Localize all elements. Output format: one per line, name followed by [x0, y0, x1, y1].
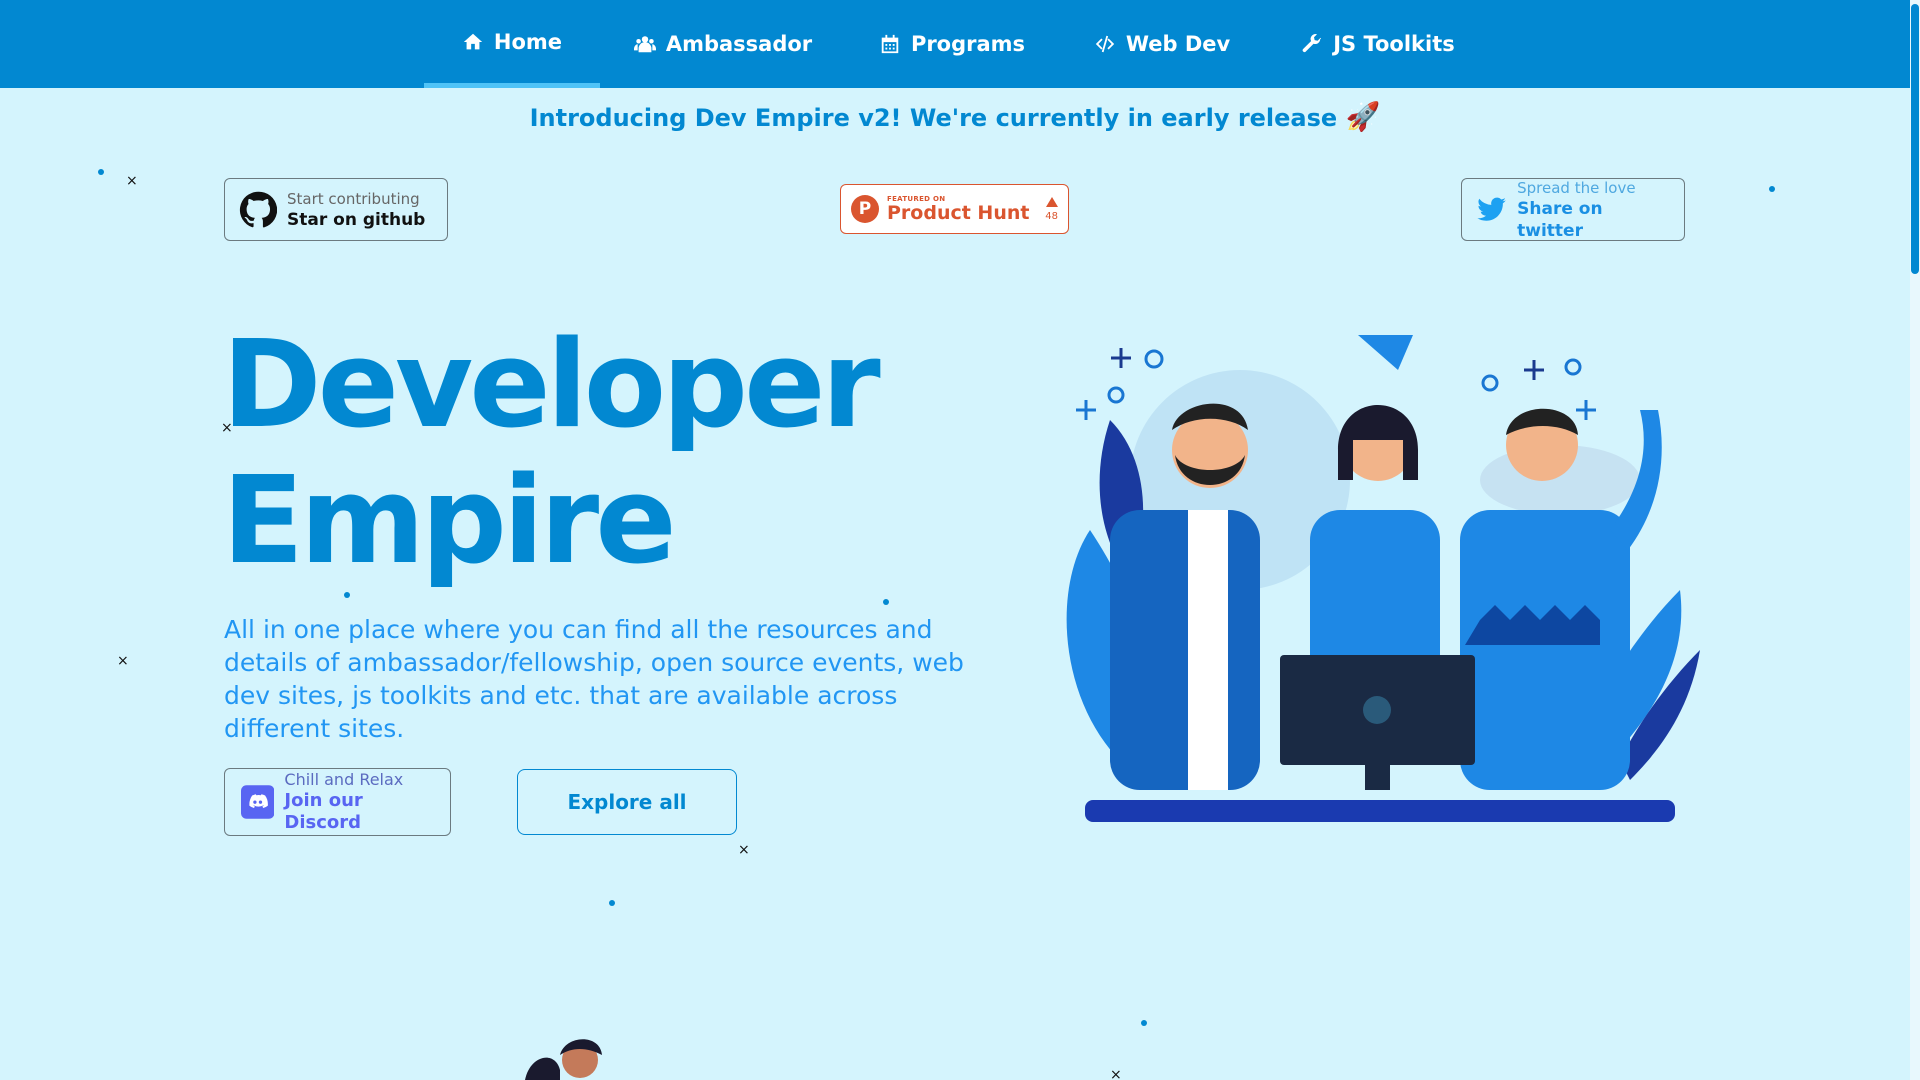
sparkle-icon — [1111, 348, 1131, 368]
nav-ambassador-label: Ambassador — [665, 32, 813, 56]
nav-home[interactable]: Home — [424, 0, 600, 88]
hero-title-line2: Empire — [222, 452, 677, 591]
home-icon — [463, 33, 483, 49]
product-hunt-name: Product Hunt — [887, 202, 1030, 224]
decor-dot — [1769, 186, 1775, 192]
illustration-ring — [1481, 374, 1499, 392]
upvote-triangle-icon — [1045, 196, 1058, 207]
decor-dot — [98, 169, 104, 175]
wrench-icon — [1302, 33, 1322, 53]
discord-button-line2: Join our Discord — [284, 790, 363, 833]
twitter-badge-line1: Spread the love — [1517, 178, 1636, 197]
decor-cross: × — [738, 842, 750, 858]
hero-title: Developer Empire — [222, 316, 881, 591]
decor-cross: × — [1110, 1067, 1122, 1080]
github-star-button[interactable]: Start contributing Star on github — [224, 178, 448, 241]
decor-dot — [883, 599, 889, 605]
product-hunt-votes: 48 — [1045, 210, 1058, 222]
twitter-badge-line2: Share on twitter — [1517, 198, 1603, 241]
code-icon — [1095, 35, 1114, 53]
team-illustration — [1066, 335, 1700, 822]
sparkle-icon — [1076, 400, 1096, 420]
announcement-banner: Introducing Dev Empire v2! We're current… — [0, 100, 1910, 133]
nav-programs[interactable]: Programs — [872, 0, 1032, 88]
nav-web-dev[interactable]: Web Dev — [1088, 0, 1236, 88]
scrollbar-thumb[interactable] — [1911, 4, 1919, 274]
sparkle-icon — [1576, 400, 1596, 420]
man-left-body — [1110, 510, 1260, 790]
decor-cross: × — [126, 173, 138, 189]
announcement-text: Introducing Dev Empire v2! We're current… — [529, 104, 1338, 132]
bottom-illustration-partial — [525, 1039, 602, 1080]
users-icon — [633, 36, 656, 53]
person-hair-back — [525, 1057, 560, 1080]
decor-dot — [1141, 1020, 1147, 1026]
nav-js-toolkits-label: JS Toolkits — [1333, 32, 1455, 56]
twitter-icon — [1477, 197, 1506, 221]
discord-icon — [241, 785, 275, 819]
decor-cross: × — [221, 420, 233, 436]
desk-base — [1085, 800, 1675, 822]
nav-js-toolkits[interactable]: JS Toolkits — [1298, 0, 1458, 88]
product-hunt-badge[interactable]: P FEATURED ON Product Hunt 48 — [840, 184, 1069, 234]
decor-cross: × — [117, 653, 129, 669]
nav-ambassador[interactable]: Ambassador — [628, 0, 818, 88]
paper-plane-icon — [1358, 335, 1413, 370]
product-hunt-logo-icon: P — [851, 195, 879, 223]
github-icon — [239, 191, 277, 227]
man-left-shirt — [1188, 510, 1228, 790]
join-discord-button[interactable]: Chill and Relax Join our Discord — [224, 768, 451, 836]
github-badge-line1: Start contributing — [287, 189, 420, 208]
illustration-ring — [1144, 349, 1164, 369]
hero-title-line1: Developer — [222, 316, 881, 455]
hero-description: All in one place where you can find all … — [224, 615, 964, 743]
top-navigation: Home Ambassador Programs Web Dev JS Tool… — [0, 0, 1910, 88]
twitter-share-button[interactable]: Spread the love Share on twitter — [1461, 178, 1685, 241]
rocket-icon: 🚀 — [1345, 100, 1381, 133]
explore-all-button[interactable]: Explore all — [517, 769, 737, 835]
man-right-body — [1460, 510, 1630, 790]
illustration-ring — [1564, 358, 1582, 376]
sparkle-icon — [1524, 360, 1544, 380]
calendar-icon — [881, 34, 899, 54]
illustration-ring — [1107, 386, 1125, 404]
decor-dot — [609, 900, 615, 906]
laptop-stand — [1365, 765, 1390, 790]
nav-home-label: Home — [493, 29, 563, 54]
decor-dot — [344, 592, 350, 598]
nav-programs-label: Programs — [910, 32, 1026, 56]
nav-web-dev-label: Web Dev — [1125, 32, 1231, 56]
discord-button-line1: Chill and Relax — [284, 770, 404, 789]
laptop-logo — [1363, 696, 1391, 724]
github-badge-line2: Star on github — [287, 209, 426, 230]
scrollbar[interactable] — [1910, 0, 1920, 1080]
